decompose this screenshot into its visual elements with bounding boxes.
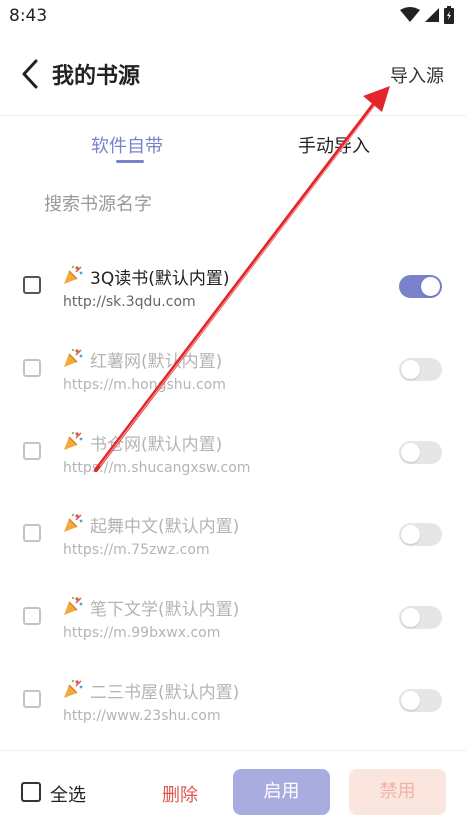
back-button[interactable]: [18, 58, 46, 90]
list-item[interactable]: 红薯网(默认内置) https://m.hongshu.com: [0, 329, 466, 412]
select-all-label[interactable]: 全选: [50, 781, 86, 807]
battery-icon: [444, 6, 454, 24]
item-checkbox[interactable]: [23, 689, 41, 708]
source-title: 3Q读书(默认内置): [90, 269, 230, 289]
toggle-knob: [401, 359, 420, 379]
status-icons: [400, 6, 454, 24]
source-url: https://m.hongshu.com: [63, 376, 226, 393]
source-title: 二三书屋(默认内置): [90, 682, 240, 703]
wifi-icon: [400, 7, 420, 22]
toggle-knob: [401, 525, 420, 545]
item-checkbox[interactable]: [23, 358, 41, 377]
enable-toggle[interactable]: [399, 688, 442, 712]
source-title: 笔下文学(默认内置): [90, 600, 240, 621]
page-title: 我的书源: [52, 64, 141, 89]
header: 我的书源 导入源: [0, 40, 466, 110]
import-source-button[interactable]: 导入源: [390, 62, 444, 88]
enable-toggle[interactable]: [399, 357, 442, 381]
list-item[interactable]: 二三书屋(默认内置) http://www.23shu.com: [0, 660, 466, 743]
enable-toggle[interactable]: [399, 523, 442, 547]
party-popper-icon: [64, 596, 83, 616]
bottom-action-bar: 全选 删除 启用 禁用: [0, 750, 466, 831]
source-url: http://www.23shu.com: [63, 707, 221, 724]
status-bar: 8:43: [0, 0, 466, 32]
enable-toggle[interactable]: [399, 606, 442, 630]
toggle-knob: [401, 608, 420, 628]
disable-button[interactable]: 禁用: [349, 769, 446, 815]
header-divider: [0, 115, 466, 116]
party-popper-icon: [64, 431, 83, 450]
signal-icon: [425, 8, 439, 22]
enable-toggle[interactable]: [399, 275, 442, 298]
search-input[interactable]: [40, 186, 428, 222]
chevron-left-icon: [22, 59, 38, 89]
tab-manual-import[interactable]: 手动导入: [298, 132, 370, 158]
toggle-knob: [401, 690, 420, 710]
status-time: 8:43: [9, 6, 48, 26]
item-checkbox[interactable]: [23, 607, 41, 626]
item-checkbox[interactable]: [23, 441, 41, 460]
party-popper-icon: [64, 679, 83, 698]
select-all-checkbox[interactable]: [21, 782, 41, 802]
list-item[interactable]: 笔下文学(默认内置) https://m.99bxwx.com: [0, 577, 466, 660]
source-title: 红薯网(默认内置): [90, 351, 223, 372]
tab-active-indicator: [116, 160, 144, 163]
list-item[interactable]: 3Q读书(默认内置) http://sk.3qdu.com: [0, 246, 466, 329]
item-checkbox[interactable]: [23, 524, 41, 543]
source-url: https://m.shucangxsw.com: [63, 459, 251, 476]
toggle-knob: [401, 442, 420, 462]
list-item[interactable]: 书仓网(默认内置) https://m.shucangxsw.com: [0, 412, 466, 495]
toggle-knob: [421, 277, 440, 296]
enable-button[interactable]: 启用: [233, 769, 330, 815]
party-popper-icon: [64, 265, 83, 284]
tab-builtin[interactable]: 软件自带: [91, 132, 163, 158]
enable-toggle[interactable]: [399, 440, 442, 464]
party-popper-icon: [64, 514, 83, 533]
source-title: 书仓网(默认内置): [90, 434, 223, 455]
source-url: http://sk.3qdu.com: [63, 294, 196, 310]
source-url: https://m.75zwz.com: [63, 542, 210, 559]
item-checkbox[interactable]: [23, 276, 41, 294]
source-title: 起舞中文(默认内置): [90, 517, 240, 538]
delete-button[interactable]: 删除: [162, 781, 198, 807]
source-url: https://m.99bxwx.com: [63, 625, 221, 642]
tab-bar: 软件自带 手动导入: [0, 120, 466, 170]
source-list: 3Q读书(默认内置) http://sk.3qdu.com 红薯网(默认内置) …: [0, 246, 466, 743]
list-item[interactable]: 起舞中文(默认内置) https://m.75zwz.com: [0, 494, 466, 577]
party-popper-icon: [64, 348, 83, 367]
